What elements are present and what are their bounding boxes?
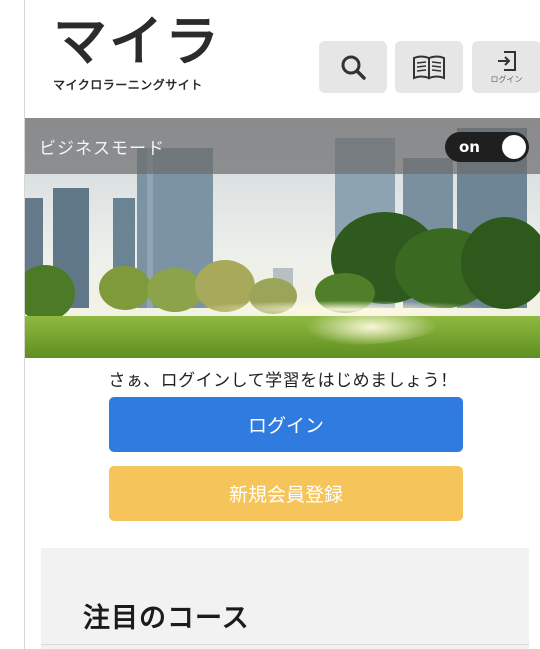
login-prompt: さぁ、ログインして学習をはじめましょう！	[108, 371, 458, 391]
book-icon	[413, 55, 445, 80]
business-mode-bar: ビジネスモード on	[25, 118, 540, 174]
toggle-knob	[502, 135, 526, 159]
login-icon	[497, 50, 516, 71]
app-frame: マイラ マイクロラーニングサイト ログイン ビジネスモード on さぁ、ログイン…	[24, 0, 540, 649]
header-login-button[interactable]: ログイン	[472, 41, 540, 93]
featured-courses-section: 注目のコース	[41, 548, 529, 649]
register-button[interactable]: 新規会員登録	[109, 466, 463, 521]
logo-tagline: マイクロラーニングサイト	[53, 78, 203, 92]
business-mode-toggle[interactable]: on	[445, 132, 529, 162]
logo-wordmark: マイラ	[53, 10, 221, 73]
search-icon	[341, 55, 366, 80]
hero-banner: ビジネスモード on	[25, 118, 540, 358]
login-button[interactable]: ログイン	[109, 397, 463, 452]
toggle-state-text: on	[459, 138, 480, 156]
business-mode-label: ビジネスモード	[39, 138, 165, 159]
featured-courses-heading: 注目のコース	[83, 603, 250, 634]
book-button[interactable]	[395, 41, 463, 93]
search-button[interactable]	[319, 41, 387, 93]
header-login-label: ログイン	[490, 74, 523, 84]
section-divider	[41, 644, 529, 645]
site-logo[interactable]: マイラ マイクロラーニングサイト	[53, 14, 221, 93]
